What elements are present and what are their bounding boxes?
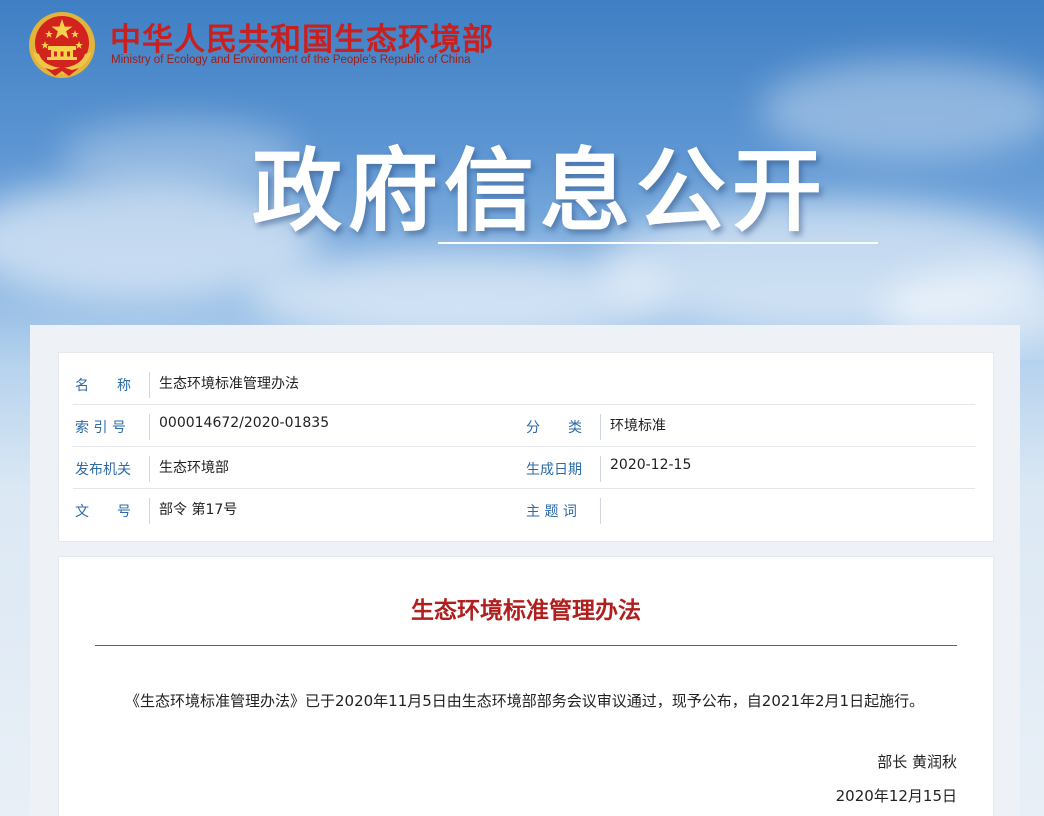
meta-issuer-label: 发布机关 bbox=[75, 462, 131, 478]
title-divider bbox=[95, 645, 957, 646]
meta-divider bbox=[149, 414, 150, 440]
national-emblem-icon[interactable] bbox=[27, 10, 97, 80]
meta-divider bbox=[600, 414, 601, 440]
document-date: 2020年12月15日 bbox=[835, 787, 957, 805]
banner-title: 政府信息公开 bbox=[252, 139, 828, 244]
meta-index-label: 索 引 号 bbox=[75, 420, 126, 436]
meta-keywords-label: 主 题 词 bbox=[526, 504, 577, 520]
meta-row-index: 索 引 号 000014672/2020-01835 分 类 环境标准 bbox=[73, 406, 975, 447]
meta-date-value: 2020-12-15 bbox=[610, 457, 692, 473]
meta-category-value: 环境标准 bbox=[610, 418, 666, 434]
document-title: 生态环境标准管理办法 bbox=[411, 598, 641, 624]
org-name-cn[interactable]: 中华人民共和国生态环境部 bbox=[110, 14, 494, 59]
document-metadata-table: 名 称 生态环境标准管理办法 索 引 号 000014672/2020-0183… bbox=[58, 352, 994, 542]
meta-date-label: 生成日期 bbox=[526, 462, 582, 478]
meta-index-value: 000014672/2020-01835 bbox=[159, 415, 330, 431]
meta-row-name: 名 称 生态环境标准管理办法 bbox=[73, 364, 975, 405]
meta-issuer-value: 生态环境部 bbox=[159, 460, 229, 476]
meta-divider bbox=[149, 456, 150, 482]
document-body: 《生态环境标准管理办法》已于2020年11月5日由生态环境部部务会议审议通过，现… bbox=[125, 692, 925, 710]
banner-underline bbox=[438, 242, 878, 244]
meta-name-label: 名 称 bbox=[75, 378, 131, 394]
meta-docno-label: 文 号 bbox=[75, 504, 131, 520]
document-signature: 部长 黄润秋 bbox=[877, 753, 957, 771]
meta-divider bbox=[149, 498, 150, 524]
meta-row-docno: 文 号 部令 第17号 主 题 词 bbox=[73, 490, 975, 530]
org-name-en[interactable]: Ministry of Ecology and Environment of t… bbox=[111, 54, 471, 66]
meta-row-issuer: 发布机关 生态环境部 生成日期 2020-12-15 bbox=[73, 448, 975, 489]
meta-divider bbox=[149, 372, 150, 398]
meta-divider bbox=[600, 498, 601, 524]
meta-docno-value: 部令 第17号 bbox=[159, 502, 238, 518]
meta-category-label: 分 类 bbox=[526, 420, 582, 436]
document-content: 生态环境标准管理办法 《生态环境标准管理办法》已于2020年11月5日由生态环境… bbox=[58, 556, 994, 816]
meta-name-value: 生态环境标准管理办法 bbox=[159, 376, 299, 392]
meta-divider bbox=[600, 456, 601, 482]
